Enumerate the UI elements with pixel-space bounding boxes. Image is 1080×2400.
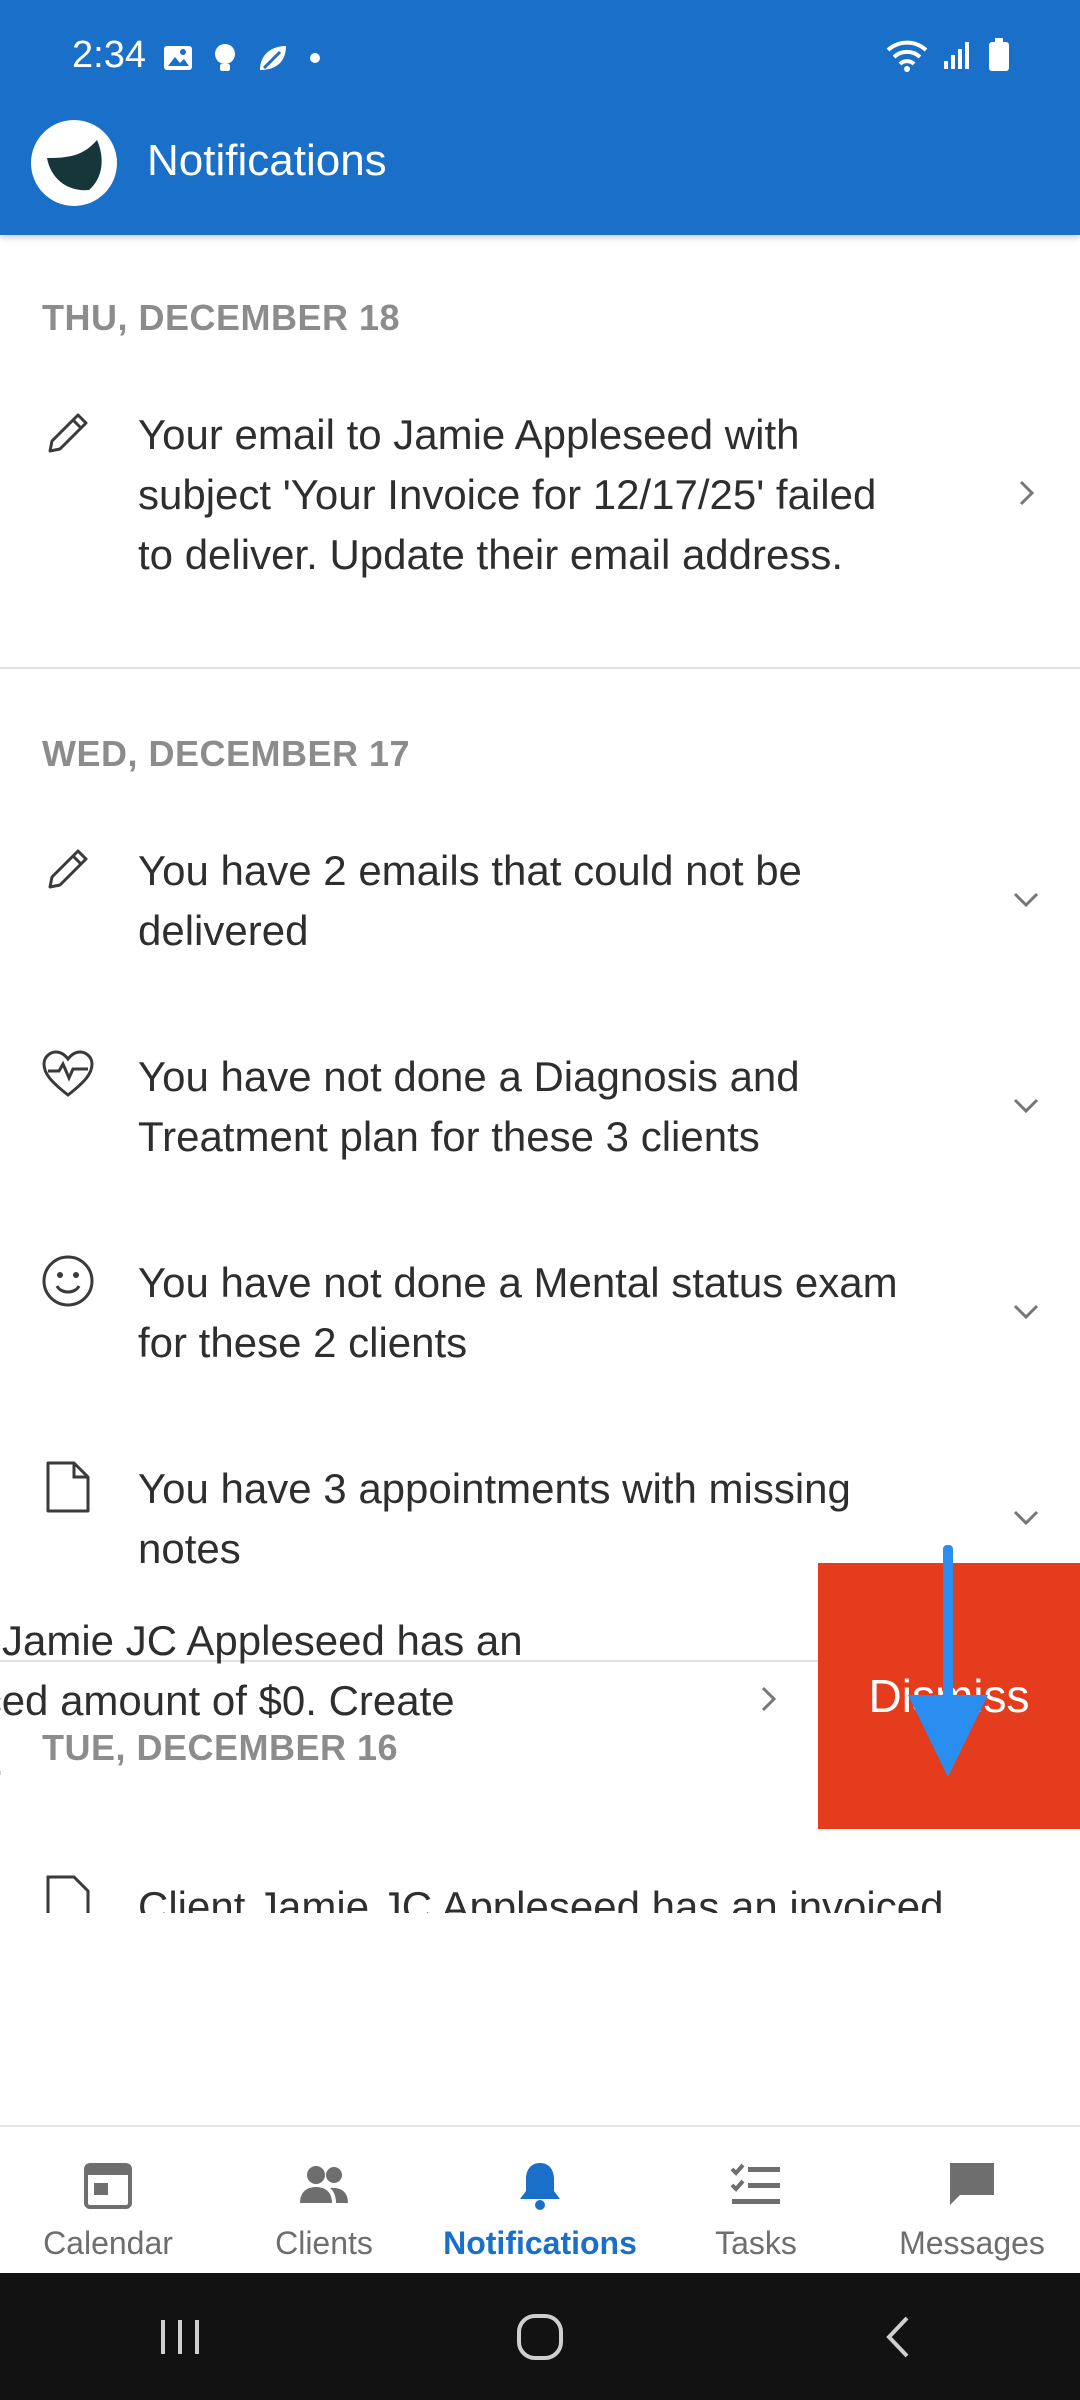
bulb-icon [215,44,235,71]
section-header-dec-18: THU, DECEMBER 18 [42,297,401,338]
notification-line: Client Jamie JC Appleseed has an invoice… [138,1883,944,1913]
gallery-icon [164,46,192,70]
section-header-dec-17: WED, DECEMBER 17 [42,733,411,774]
dot-icon [310,53,320,63]
nav-label: Messages [899,2225,1045,2261]
back-icon [886,2316,909,2357]
notification-item[interactable]: You have not done a Mental status exam f… [0,1253,1080,1433]
document-icon [46,1875,90,1913]
logo-mark-icon [47,140,102,191]
arrow-down-icon [908,1545,988,1777]
leaf-icon [260,46,286,70]
notification-line: Your email to Jamie Appleseed with [138,411,800,458]
back-button[interactable] [865,2302,935,2372]
bell-icon [520,2163,560,2210]
signal-icon [944,42,969,69]
notification-line: You have not done a Diagnosis and [138,1053,800,1100]
notification-item[interactable]: You have not done a Diagnosis and Treatm… [0,1047,1080,1227]
status-time: 2:34 [72,34,146,76]
home-button[interactable] [505,2302,575,2372]
notification-line: oiced amount of $0. Create [0,1677,455,1724]
system-navigation-bar [0,2273,1080,2400]
nav-label: Clients [275,2225,373,2261]
nav-label: Calendar [43,2225,173,2261]
notification-text: You have 2 emails that could not be deli… [138,841,978,961]
wifi-icon [886,40,928,72]
chevron-down-icon[interactable] [1008,1087,1044,1123]
notifications-screen: 2:34 Notifications THU, DECEMBER 18 Your… [0,0,1080,2400]
notification-line: Jamie JC Appleseed has an [2,1617,523,1664]
nav-messages[interactable]: Messages [864,2127,1080,2273]
status-icons-right [886,38,1010,72]
notification-line: subject 'Your Invoice for 12/17/25' fail… [138,471,877,518]
nav-tasks[interactable]: Tasks [648,2127,864,2273]
recent-apps-icon [161,2319,199,2354]
section-divider [0,667,1080,669]
pencil-icon [48,413,88,453]
pencil-icon [48,849,88,889]
notification-text: You have 3 appointments with missing not… [138,1459,978,1579]
nav-calendar[interactable]: Calendar [0,2127,216,2273]
app-logo [31,120,117,206]
home-icon [517,2313,563,2360]
calendar-icon [84,2163,132,2209]
notification-line: You have 2 emails that could not be [138,847,802,894]
page-title: Notifications [147,136,387,185]
notification-line: for these 2 clients [138,1319,468,1366]
notification-item[interactable]: You have 2 emails that could not be deli… [0,841,1080,1021]
document-icon [46,1461,90,1513]
chevron-down-icon[interactable] [1008,881,1044,917]
notification-line: es. [0,1731,628,1791]
smiley-icon [42,1255,94,1307]
message-icon [950,2163,994,2205]
notification-line: You have 3 appointments with missing [138,1465,851,1512]
notification-line: You have not done a Mental status exam [138,1259,898,1306]
notification-item[interactable]: Your email to Jamie Appleseed with subje… [0,405,1080,665]
chevron-down-icon[interactable] [1008,1499,1044,1535]
recent-apps-button[interactable] [145,2302,215,2372]
battery-icon [989,38,1009,71]
partially-visible-notification: Client Jamie JC Appleseed has an invoice… [0,1873,1080,1913]
notification-text: Your email to Jamie Appleseed with subje… [138,405,978,585]
notification-line: to deliver. Update their email address. [138,531,844,578]
nav-label: Notifications [443,2225,637,2261]
notification-text: Jamie JC Appleseed has an oiced amount o… [0,1611,628,1791]
people-icon [300,2166,348,2203]
nav-label: Tasks [715,2225,797,2261]
nav-clients[interactable]: Clients [216,2127,432,2273]
status-icons-left [162,42,322,74]
chevron-right-icon[interactable] [1008,475,1044,511]
bottom-navigation: Calendar Clients Notifications Tasks Mes… [0,2125,1080,2273]
checklist-icon [730,2163,780,2204]
notification-text: You have not done a Diagnosis and Treatm… [138,1047,978,1167]
nav-notifications[interactable]: Notifications [432,2127,648,2273]
chevron-right-icon[interactable] [750,1681,786,1717]
chevron-down-icon[interactable] [1008,1293,1044,1329]
heart-pulse-icon [42,1050,94,1097]
notification-line: Treatment plan for these 3 clients [138,1113,760,1160]
notifications-list[interactable]: THU, DECEMBER 18 Your email to Jamie App… [0,235,1080,2125]
app-header: 2:34 Notifications [0,0,1080,235]
notification-line: delivered [138,907,309,954]
notification-text: You have not done a Mental status exam f… [138,1253,978,1373]
